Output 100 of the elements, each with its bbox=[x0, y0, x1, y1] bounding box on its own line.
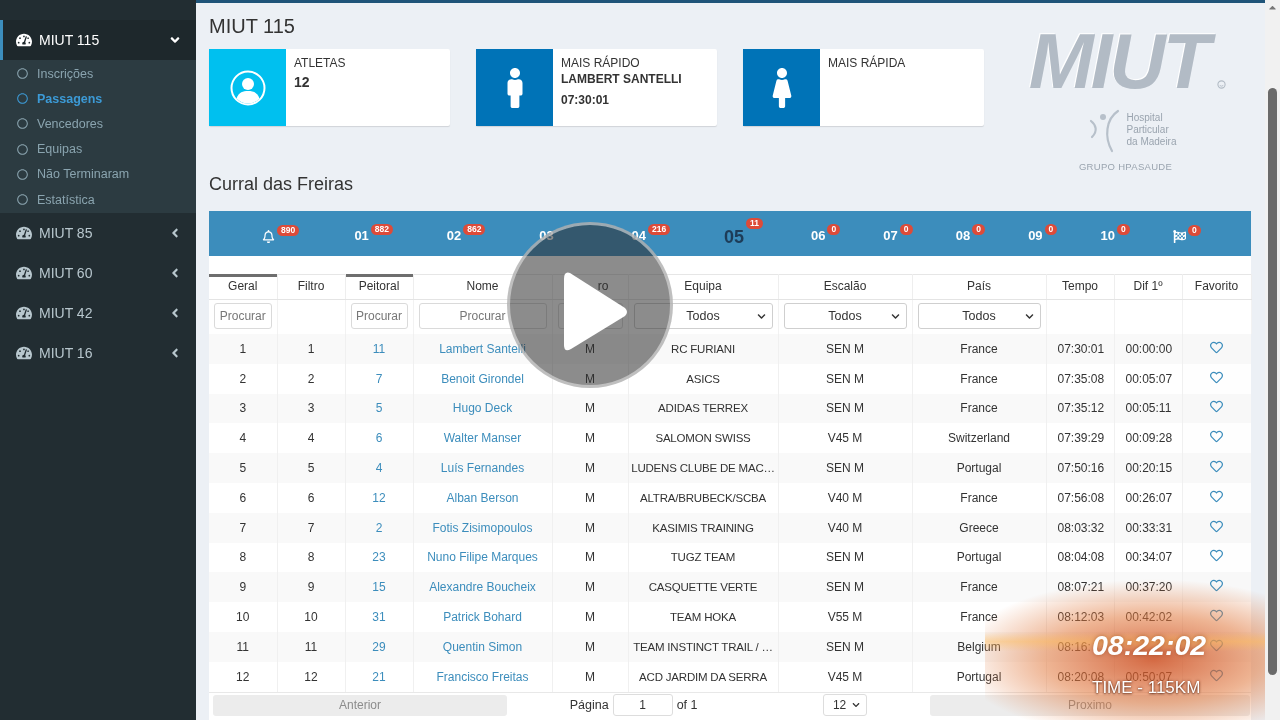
athlete-link[interactable]: Patrick Bohard bbox=[413, 602, 552, 632]
table-cell: 00:33:31 bbox=[1114, 512, 1182, 543]
sidebar-item-label: MIUT 115 bbox=[39, 32, 101, 48]
heart-icon[interactable] bbox=[1210, 579, 1224, 593]
athlete-link[interactable]: Fotis Zisimopoulos bbox=[413, 512, 552, 543]
table-cell: 07:56:08 bbox=[1046, 483, 1114, 513]
bib-link[interactable]: 7 bbox=[345, 363, 413, 394]
heart-icon[interactable] bbox=[1210, 519, 1224, 533]
bib-link[interactable]: 29 bbox=[345, 631, 413, 662]
info-title: ATLETAS bbox=[294, 55, 346, 71]
bib-link[interactable]: 21 bbox=[345, 661, 413, 692]
sidebar-item[interactable]: MIUT 16 bbox=[0, 333, 196, 374]
count-badge: 216 bbox=[648, 224, 671, 235]
column-header[interactable]: Favorito bbox=[1182, 274, 1251, 299]
page-number-field[interactable]: 1 bbox=[612, 694, 673, 717]
table-cell: 07:35:08 bbox=[1046, 363, 1114, 394]
bib-link[interactable]: 4 bbox=[345, 453, 413, 483]
search-field[interactable]: Procurar bbox=[214, 303, 272, 330]
column-header[interactable]: Tempo bbox=[1046, 274, 1114, 299]
athlete-link[interactable]: Lambert Santelli bbox=[413, 334, 552, 364]
heart-icon[interactable] bbox=[1210, 549, 1224, 563]
filter-select[interactable]: Todos bbox=[783, 303, 907, 330]
athlete-link[interactable]: Quentin Simon bbox=[413, 631, 552, 662]
checkpoint-tab[interactable]: 06 0 bbox=[810, 224, 841, 243]
sidebar-item[interactable]: MIUT 42 bbox=[0, 293, 196, 334]
heart-icon[interactable] bbox=[1210, 638, 1224, 652]
info-title: MAIS RÁPIDA bbox=[828, 55, 906, 71]
sidebar-item[interactable]: MIUT 85 bbox=[0, 213, 196, 254]
table-cell: 1 bbox=[209, 334, 277, 364]
filter-select[interactable]: Todos bbox=[917, 303, 1041, 330]
count-badge: 0 bbox=[1044, 224, 1058, 235]
bib-link[interactable]: 11 bbox=[345, 334, 413, 364]
bib-link[interactable]: 2 bbox=[345, 512, 413, 543]
submenu-item[interactable]: Não Terminaram bbox=[0, 161, 196, 187]
submenu-item[interactable]: Inscrições bbox=[0, 61, 196, 87]
sidebar-item[interactable]: MIUT 60 bbox=[0, 253, 196, 294]
column-header[interactable]: ro bbox=[597, 279, 609, 294]
table-cell: 00:20:15 bbox=[1114, 453, 1182, 483]
heart-icon[interactable] bbox=[1210, 668, 1224, 682]
checkpoint-tab[interactable]: 04 216 bbox=[631, 224, 671, 243]
table-cell: Greece bbox=[912, 512, 1046, 543]
column-header[interactable]: Equipa bbox=[628, 274, 778, 299]
sponsor-group: GRUPO HPASAUDE bbox=[1078, 161, 1173, 173]
sidebar-item[interactable]: MIUT 115 bbox=[0, 20, 196, 60]
athlete-link[interactable]: Luís Fernandes bbox=[413, 453, 552, 483]
checkpoint-tab[interactable]: 08 0 bbox=[955, 224, 985, 243]
heart-icon[interactable] bbox=[1210, 430, 1224, 444]
checkpoint-tab[interactable]: 0 bbox=[1172, 224, 1201, 243]
table-cell: M bbox=[552, 483, 628, 513]
bib-link[interactable]: 12 bbox=[345, 483, 413, 513]
table-cell: France bbox=[912, 483, 1046, 513]
checkpoint-tab[interactable]: 05 11 bbox=[723, 220, 763, 247]
page-size-select[interactable]: 12 bbox=[822, 694, 868, 717]
smiley-mark-icon bbox=[1217, 80, 1227, 89]
submenu-item[interactable]: Equipas bbox=[0, 136, 196, 162]
athlete-link[interactable]: Francisco Freitas bbox=[413, 661, 552, 692]
bell-icon bbox=[262, 229, 275, 243]
checkpoint-tab[interactable]: 09 0 bbox=[1028, 224, 1058, 243]
sponsor-name: Hospital Particular da Madeira bbox=[1126, 112, 1177, 148]
column-header[interactable]: Filtro bbox=[277, 274, 345, 299]
info-title: MAIS RÁPIDO bbox=[561, 55, 641, 71]
column-header[interactable]: Dif 1º bbox=[1114, 274, 1182, 299]
table-cell: V55 M bbox=[778, 602, 912, 632]
heart-icon[interactable] bbox=[1210, 460, 1224, 474]
heart-icon[interactable] bbox=[1210, 489, 1224, 503]
table-cell: 2 bbox=[277, 363, 345, 394]
column-header[interactable]: Peitoral bbox=[345, 274, 413, 299]
submenu-item[interactable]: Passagens bbox=[0, 86, 196, 112]
heart-icon[interactable] bbox=[1210, 370, 1224, 384]
column-header[interactable]: Escalão bbox=[778, 274, 912, 299]
gauge-icon bbox=[16, 305, 32, 322]
bib-link[interactable]: 31 bbox=[345, 602, 413, 632]
sidebar-item-label: MIUT 16 bbox=[39, 345, 94, 362]
checkpoint-tab[interactable]: 890 bbox=[262, 224, 300, 243]
submenu-item[interactable]: Vencedores bbox=[0, 111, 196, 137]
table-cell: V40 M bbox=[778, 512, 912, 543]
column-header[interactable]: Geral bbox=[209, 274, 277, 299]
caret-icon bbox=[1024, 312, 1034, 322]
checkpoint-tab[interactable]: 01 882 bbox=[354, 224, 394, 243]
table-cell: Portugal bbox=[912, 453, 1046, 483]
checkpoint-tab[interactable]: 10 0 bbox=[1100, 224, 1130, 243]
submenu-item[interactable]: Estatística bbox=[0, 186, 196, 213]
search-field[interactable]: Procurar bbox=[350, 303, 408, 330]
checkpoint-tab[interactable]: 07 0 bbox=[883, 224, 913, 243]
column-header[interactable]: País bbox=[912, 274, 1046, 299]
table-cell: RC FURIANI bbox=[628, 334, 778, 364]
heart-icon[interactable] bbox=[1210, 400, 1224, 414]
checkpoint-tab[interactable]: 02 862 bbox=[446, 224, 486, 243]
table-cell: 00:26:07 bbox=[1114, 483, 1182, 513]
heart-icon[interactable] bbox=[1210, 609, 1224, 623]
athlete-link[interactable]: Alban Berson bbox=[413, 483, 552, 513]
table-cell: 10 bbox=[277, 602, 345, 632]
filter-select[interactable]: Todos bbox=[633, 303, 773, 330]
search-field[interactable]: Procurar bbox=[418, 303, 547, 330]
column-header[interactable]: Nome bbox=[413, 274, 552, 299]
scrollbar-thumb[interactable] bbox=[1268, 88, 1277, 675]
heart-icon[interactable] bbox=[1210, 340, 1224, 354]
athlete-link[interactable]: Benoit Girondel bbox=[413, 363, 552, 394]
info-value: 12 bbox=[294, 73, 311, 92]
scrollbar[interactable] bbox=[1265, 0, 1280, 720]
